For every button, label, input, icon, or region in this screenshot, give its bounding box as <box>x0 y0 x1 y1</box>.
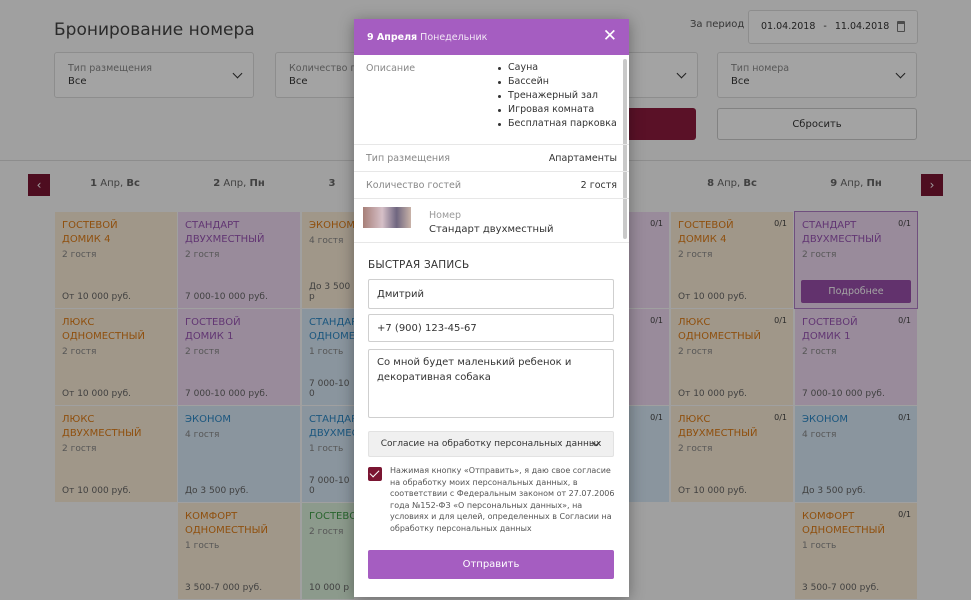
placement-row: Тип размещения Апартаменты <box>354 145 629 172</box>
consent-dropdown[interactable]: Согласие на обработку персональных данны… <box>368 431 614 457</box>
amenity-item: Тренажерный зал <box>496 89 617 103</box>
room-row: Номер Стандарт двухместный <box>354 199 629 243</box>
amenities-list: Сауна Бассейн Тренажерный зал Игровая ко… <box>496 61 617 131</box>
placement-value: Апартаменты <box>548 153 617 164</box>
guests-label: Количество гостей <box>366 180 462 191</box>
room-thumbnail <box>363 207 411 228</box>
description-label: Описание <box>366 63 416 74</box>
placement-label: Тип размещения <box>366 153 451 164</box>
room-value: Стандарт двухместный <box>429 224 554 235</box>
modal-date: 9 Апреля <box>367 32 418 43</box>
room-label: Номер <box>429 210 461 221</box>
amenity-item: Игровая комната <box>496 103 617 117</box>
modal-weekday: Понедельник <box>420 32 488 43</box>
comment-textarea[interactable]: Со мной будет маленький ребенок и декора… <box>368 349 614 418</box>
amenity-item: Сауна <box>496 61 617 75</box>
description-row: Описание Сауна Бассейн Тренажерный зал И… <box>354 55 629 145</box>
consent-checkbox[interactable] <box>368 467 382 481</box>
modal-header: 9 Апреля Понедельник ✕ <box>354 19 629 55</box>
consent-dropdown-label: Согласие на обработку персональных данны… <box>380 439 602 449</box>
amenity-item: Бесплатная парковка <box>496 117 617 131</box>
guests-row: Количество гостей 2 гостя <box>354 172 629 199</box>
booking-modal: 9 Апреля Понедельник ✕ Описание Сауна Ба… <box>354 19 629 597</box>
consent-text: Нажимая кнопку «Отправить», я даю свое с… <box>390 466 615 533</box>
close-icon[interactable]: ✕ <box>603 28 617 45</box>
name-field[interactable]: Дмитрий <box>368 279 614 309</box>
guests-value: 2 гостя <box>580 180 617 191</box>
submit-button[interactable]: Отправить <box>368 550 614 579</box>
quick-booking-title: БЫСТРАЯ ЗАПИСЬ <box>368 259 470 271</box>
phone-field[interactable]: +7 (900) 123-45-67 <box>368 314 614 342</box>
amenity-item: Бассейн <box>496 75 617 89</box>
